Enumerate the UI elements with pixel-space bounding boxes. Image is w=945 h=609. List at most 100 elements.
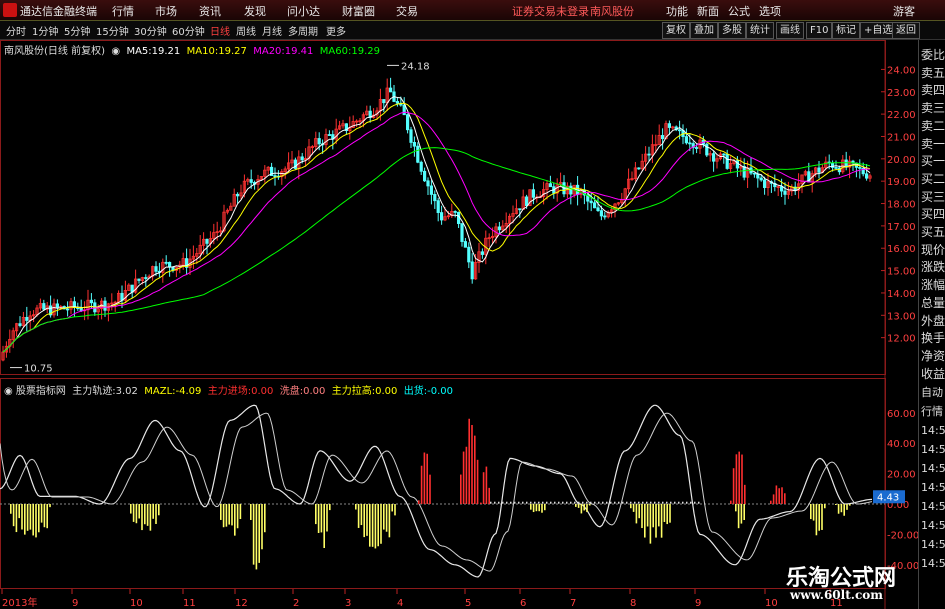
menu-wenxiaoda[interactable]: 问小达 — [287, 3, 320, 19]
lagao-bar — [646, 504, 649, 527]
period-more[interactable]: 更多 — [326, 23, 346, 38]
period-5min[interactable]: 5分钟 — [64, 23, 90, 38]
quote-label[interactable]: 买三 — [921, 190, 945, 204]
btn-xinmian[interactable]: 新面 — [697, 3, 719, 19]
app-name: 通达信金融终端 — [20, 5, 97, 18]
period-month[interactable]: 月线 — [262, 23, 282, 38]
candle-body — [388, 87, 393, 93]
lagao-bar — [391, 504, 393, 512]
menu-zixun[interactable]: 资讯 — [199, 3, 221, 19]
period-15min[interactable]: 15分钟 — [96, 23, 129, 38]
period-day[interactable]: 日线 — [210, 23, 230, 38]
quote-label[interactable]: 卖一 — [921, 137, 945, 151]
candle-body — [137, 278, 141, 281]
quote-label[interactable]: 卖四 — [921, 83, 945, 97]
zllg-label: 主力拉高: — [331, 386, 376, 397]
quote-label[interactable]: 净资 — [921, 349, 945, 363]
quote-label[interactable]: 卖三 — [921, 101, 945, 115]
lagao-bar — [630, 504, 632, 509]
lagao-bar — [586, 504, 588, 513]
lagao-bar — [818, 504, 820, 531]
quote-label[interactable]: 总量 — [921, 296, 945, 310]
candle-body — [647, 153, 651, 156]
period-30min[interactable]: 30分钟 — [134, 23, 167, 38]
period-week[interactable]: 周线 — [236, 23, 256, 38]
menu-shichang[interactable]: 市场 — [155, 3, 177, 19]
candle-body — [497, 226, 502, 231]
menu-hangqing[interactable]: 行情 — [112, 3, 134, 19]
lagao-bar — [152, 504, 154, 519]
period-60min[interactable]: 60分钟 — [172, 23, 205, 38]
quote-label[interactable]: 卖二 — [921, 119, 945, 133]
quote-label[interactable]: 委比 — [921, 48, 945, 62]
indicator-side-label[interactable]: 14:5 — [921, 500, 945, 514]
btn-fanhui[interactable]: 返回 — [892, 22, 920, 39]
btn-f10[interactable]: F10 — [806, 22, 833, 39]
btn-xuanxiang[interactable]: 选项 — [759, 3, 781, 19]
lagao-bar — [366, 504, 368, 536]
lagao-bar — [144, 504, 146, 525]
candle-body — [416, 145, 420, 163]
kline-chart[interactable]: 24.0023.0022.0021.0020.0019.0018.0017.00… — [0, 40, 918, 609]
lagao-bar — [18, 504, 20, 519]
indicator-side-label[interactable]: 14:5 — [921, 519, 945, 533]
y-tick-label: 22.00 — [887, 110, 916, 121]
indicator-side-label[interactable]: 14:5 — [921, 424, 945, 438]
lagao-bar — [363, 504, 365, 538]
btn-youke[interactable]: 游客 — [893, 3, 915, 19]
period-1min[interactable]: 1分钟 — [32, 23, 58, 38]
lagao-bar — [222, 504, 225, 528]
btn-duogu[interactable]: 多股 — [718, 22, 746, 39]
quote-label[interactable]: 买二 — [921, 172, 945, 186]
menu-caifuquan[interactable]: 财富圈 — [342, 3, 375, 19]
xipan-value: 0.00 — [303, 386, 326, 397]
quote-label[interactable]: 涨跌 — [921, 260, 945, 274]
btn-diejia[interactable]: 叠加 — [690, 22, 718, 39]
btn-fuquan[interactable]: 复权 — [662, 22, 690, 39]
indicator-side-label[interactable]: 行情 — [921, 405, 943, 419]
btn-zixuan[interactable]: +自选 — [860, 22, 897, 39]
candle-body — [817, 167, 821, 173]
quote-label[interactable]: 涨幅 — [921, 278, 945, 292]
zero-tick — [678, 501, 680, 504]
btn-tongji[interactable]: 统计 — [746, 22, 774, 39]
btn-huaxian[interactable]: 画线 — [776, 22, 804, 39]
quote-label[interactable]: 外盘 — [921, 314, 945, 328]
indicator-side-label[interactable]: 自动 — [921, 386, 943, 400]
btn-gongneng[interactable]: 功能 — [666, 3, 688, 19]
y-tick-label: 19.00 — [887, 177, 916, 188]
quote-label[interactable]: 现价 — [921, 243, 945, 257]
quote-label[interactable]: 换手 — [921, 331, 945, 345]
quote-label[interactable]: 卖五 — [921, 66, 945, 80]
login-warning[interactable]: 证券交易未登录 — [512, 3, 589, 19]
jinchang-bar — [426, 453, 428, 504]
quote-label[interactable]: 买四 — [921, 207, 945, 221]
lagao-bar — [641, 504, 643, 529]
quote-label[interactable]: 收益 — [921, 367, 945, 381]
indicator-side-label[interactable]: 14:5 — [921, 443, 945, 457]
lagao-bar — [317, 504, 320, 533]
indicator-side-label[interactable]: 14:5 — [921, 557, 945, 571]
lagao-bar — [666, 504, 668, 525]
indicator-side-label[interactable]: 14:5 — [921, 538, 945, 552]
quote-label[interactable]: 买一 — [921, 154, 945, 168]
lagao-bar — [740, 504, 743, 524]
lagao-bar — [812, 504, 815, 521]
candle-body — [439, 212, 444, 221]
indicator-name[interactable]: 股票指标网 — [16, 386, 66, 397]
menu-faxian[interactable]: 发现 — [244, 3, 266, 19]
quote-label[interactable]: 买五 — [921, 225, 945, 239]
btn-biaoji[interactable]: 标记 — [832, 22, 860, 39]
lagao-bar — [846, 504, 848, 510]
indicator-side-label[interactable]: 14:5 — [921, 481, 945, 495]
candle-body — [422, 170, 427, 182]
zero-tick — [490, 501, 492, 504]
lagao-bar — [383, 504, 385, 530]
period-fenshi[interactable]: 分时 — [6, 23, 26, 38]
main-chart-frame — [0, 40, 886, 375]
btn-gongshi[interactable]: 公式 — [728, 3, 750, 19]
period-multi[interactable]: 多周期 — [288, 23, 318, 38]
lagao-bar — [638, 504, 640, 519]
menu-jiaoyi[interactable]: 交易 — [396, 3, 418, 19]
indicator-side-label[interactable]: 14:5 — [921, 462, 945, 476]
